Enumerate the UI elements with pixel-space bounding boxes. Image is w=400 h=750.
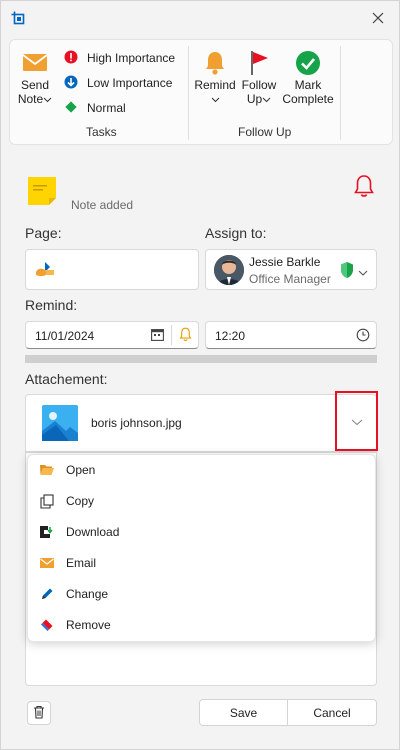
send-note-line1: Send (20, 78, 50, 92)
copy-icon (28, 493, 66, 509)
ribbon: Send Note High Importance Low Importance… (9, 39, 393, 145)
chevron-down-icon (43, 92, 52, 106)
remind-label: Remind (194, 78, 236, 92)
image-file-icon (42, 405, 78, 444)
ribbon-separator (340, 46, 341, 140)
follow-up-group-label: Follow Up (238, 125, 292, 139)
send-note-line2: Note (17, 92, 44, 106)
download-icon (28, 525, 66, 539)
bell-icon (194, 50, 236, 78)
remind-date-value: 11/01/2024 (35, 329, 95, 343)
attachment-dropdown[interactable]: boris johnson.jpg (25, 394, 377, 452)
chevron-down-icon (358, 265, 368, 280)
menu-item-open[interactable]: Open (28, 455, 377, 485)
attachment-expand-button[interactable] (335, 391, 378, 451)
title-bar (1, 1, 399, 35)
remind-time-value: 12:20 (215, 329, 246, 343)
menu-item-copy[interactable]: Copy (28, 486, 377, 516)
follow-up-line2: Up (246, 92, 263, 106)
divider (171, 325, 172, 345)
menu-item-remove[interactable]: Remove (28, 610, 377, 640)
low-importance-icon (64, 75, 78, 92)
page-share-icon (34, 260, 56, 283)
separator-bar (25, 355, 377, 363)
pencil-icon (28, 587, 66, 601)
menu-item-change[interactable]: Change (28, 579, 377, 609)
chevron-down-icon (194, 92, 236, 106)
high-importance-item[interactable]: High Importance (64, 49, 175, 67)
menu-item-label: Remove (66, 618, 111, 632)
remind-label-field: Remind: (25, 297, 78, 313)
high-importance-icon (64, 50, 78, 67)
follow-up-button[interactable]: Follow Up (238, 50, 280, 106)
attachment-label: Attachement: (25, 371, 108, 387)
note-status: Note added (71, 198, 134, 212)
assignee-role: Office Manager (249, 272, 331, 286)
checkmark-icon (280, 50, 336, 78)
reminder-bell-icon[interactable] (179, 327, 192, 345)
send-note-button[interactable]: Send Note (14, 52, 56, 106)
sticky-note-icon (27, 176, 57, 209)
trash-icon (33, 705, 45, 722)
email-icon (28, 558, 66, 568)
high-importance-label: High Importance (87, 51, 176, 65)
flag-icon (238, 50, 280, 78)
menu-item-label: Change (66, 587, 109, 601)
assign-label: Assign to: (205, 225, 267, 241)
remind-date-picker[interactable]: 11/01/2024 (25, 321, 199, 349)
calendar-icon[interactable] (151, 328, 164, 344)
mark-complete-line1: Mark (294, 78, 322, 92)
menu-item-label: Open (66, 463, 96, 477)
chevron-down-icon (351, 414, 363, 429)
eraser-icon (28, 618, 66, 632)
mark-complete-line2: Complete (282, 92, 334, 106)
remind-time-picker[interactable]: 12:20 (205, 321, 377, 349)
low-importance-label: Low Importance (87, 76, 173, 90)
ribbon-separator (188, 46, 189, 140)
cancel-button[interactable]: Cancel (287, 699, 377, 726)
menu-item-label: Download (66, 525, 120, 539)
screen-clip-icon (11, 11, 25, 25)
shield-icon (340, 261, 354, 282)
normal-importance-icon (64, 100, 78, 117)
assign-dropdown[interactable]: Jessie Barkle Office Manager (205, 249, 377, 290)
menu-item-label: Email (66, 556, 97, 570)
chevron-down-icon (262, 92, 271, 106)
page-label: Page: (25, 225, 62, 241)
normal-importance-item[interactable]: Normal (64, 99, 126, 117)
note-window: Send Note High Importance Low Importance… (0, 0, 400, 750)
delete-button[interactable] (27, 701, 51, 725)
bell-alert-icon[interactable] (353, 174, 375, 201)
save-button[interactable]: Save (199, 699, 288, 726)
normal-importance-label: Normal (87, 101, 126, 115)
envelope-icon (14, 52, 56, 78)
menu-item-email[interactable]: Email (28, 548, 377, 578)
remind-button[interactable]: Remind (194, 50, 236, 106)
avatar (214, 255, 244, 285)
follow-up-line1: Follow (241, 78, 277, 92)
folder-open-icon (28, 463, 66, 477)
close-icon[interactable] (367, 7, 389, 29)
menu-item-label: Copy (66, 494, 95, 508)
menu-item-download[interactable]: Download (28, 517, 377, 547)
attachment-context-menu: Open Copy Download Email Change Remove (27, 454, 376, 642)
mark-complete-button[interactable]: Mark Complete (280, 50, 336, 106)
attachment-file-name: boris johnson.jpg (91, 416, 182, 430)
assignee-name: Jessie Barkle (249, 255, 321, 269)
page-field[interactable] (25, 249, 199, 290)
low-importance-item[interactable]: Low Importance (64, 74, 172, 92)
clock-icon[interactable] (356, 328, 370, 345)
tasks-group-label: Tasks (86, 125, 117, 139)
